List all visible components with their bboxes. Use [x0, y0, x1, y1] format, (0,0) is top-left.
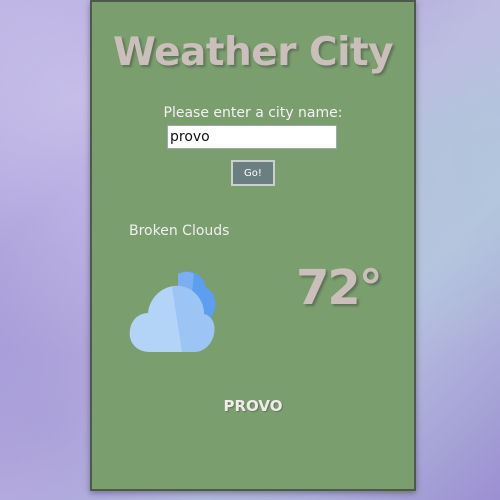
temperature-value: 72° [296, 260, 383, 316]
app-title: Weather City [112, 30, 394, 75]
city-name-label: PROVO [223, 397, 283, 415]
go-button[interactable]: Go! [231, 160, 275, 186]
city-search-input[interactable] [167, 125, 337, 149]
weather-condition-label: Broken Clouds [129, 223, 230, 239]
cloud-icon [129, 271, 216, 352]
city-prompt-label: Please enter a city name: [163, 105, 343, 121]
weather-app-panel: Weather City Please enter a city name: G… [90, 0, 416, 491]
